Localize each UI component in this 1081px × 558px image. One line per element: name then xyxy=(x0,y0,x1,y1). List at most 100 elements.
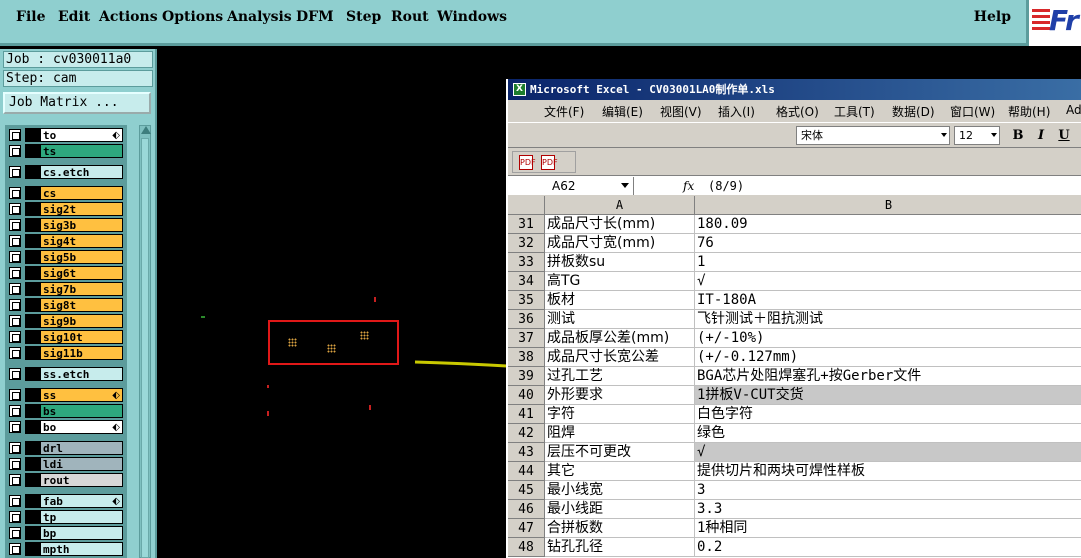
layer-name[interactable]: sig8t xyxy=(40,298,123,312)
layer-checkbox[interactable] xyxy=(9,166,21,178)
layer-checkbox[interactable] xyxy=(9,267,21,279)
cell-a[interactable]: 字符 xyxy=(545,405,695,424)
layer-row[interactable]: cs.etch xyxy=(5,165,127,179)
layer-scrollbar[interactable] xyxy=(139,125,151,558)
layer-name[interactable]: fab ⬖ xyxy=(40,494,123,508)
excel-menu-addins[interactable]: Ado xyxy=(1066,103,1081,117)
cell-b[interactable]: 180.09 xyxy=(695,215,1081,234)
cell-a[interactable]: 板材 xyxy=(545,291,695,310)
layer-color-swatch[interactable] xyxy=(25,510,40,524)
layer-row[interactable]: fab ⬖ xyxy=(5,494,127,508)
cell-a[interactable]: 成品尺寸长宽公差 xyxy=(545,348,695,367)
menu-analysis[interactable]: Analysis xyxy=(227,9,292,25)
row-header[interactable]: 41 xyxy=(508,405,545,424)
row-header[interactable]: 32 xyxy=(508,234,545,253)
row-header[interactable]: 33 xyxy=(508,253,545,272)
layer-row[interactable]: to ⬖ xyxy=(5,128,127,142)
layer-color-swatch[interactable] xyxy=(25,542,40,556)
row-header[interactable]: 31 xyxy=(508,215,545,234)
menu-file[interactable]: File xyxy=(16,9,45,25)
row-header[interactable]: 42 xyxy=(508,424,545,443)
layer-name[interactable]: cs xyxy=(40,186,123,200)
excel-menu-tools[interactable]: 工具(T) xyxy=(834,103,875,120)
layer-color-swatch[interactable] xyxy=(25,165,40,179)
row-header[interactable]: 38 xyxy=(508,348,545,367)
select-all-corner[interactable] xyxy=(508,196,545,215)
cell-a[interactable]: 其它 xyxy=(545,462,695,481)
layer-color-swatch[interactable] xyxy=(25,282,40,296)
layer-name[interactable]: to ⬖ xyxy=(40,128,123,142)
excel-title-bar[interactable]: X Microsoft Excel - CV03001LA0制作单.xls xyxy=(508,79,1081,100)
scroll-up-arrow-icon[interactable] xyxy=(141,126,151,134)
layer-name[interactable]: sig7b xyxy=(40,282,123,296)
layer-checkbox[interactable] xyxy=(9,145,21,157)
menu-options[interactable]: Options xyxy=(162,9,223,25)
layer-checkbox[interactable] xyxy=(9,511,21,523)
layer-name[interactable]: cs.etch xyxy=(40,165,123,179)
layer-row[interactable]: sig4t xyxy=(5,234,127,248)
column-header-b[interactable]: B xyxy=(695,196,1081,215)
layer-row[interactable]: sig3b xyxy=(5,218,127,232)
layer-name[interactable]: ldi xyxy=(40,457,123,471)
layer-color-swatch[interactable] xyxy=(25,404,40,418)
layer-row[interactable]: ss.etch xyxy=(5,367,127,381)
layer-color-swatch[interactable] xyxy=(25,473,40,487)
font-name-combo[interactable]: 宋体 xyxy=(796,126,950,145)
cell-a[interactable]: 钻孔孔径 xyxy=(545,538,695,557)
layer-row[interactable]: tp xyxy=(5,510,127,524)
layer-name[interactable]: sig9b xyxy=(40,314,123,328)
layer-name[interactable]: bp xyxy=(40,526,123,540)
chevron-down-icon[interactable] xyxy=(991,133,997,137)
chevron-down-icon[interactable] xyxy=(621,183,629,188)
layer-checkbox[interactable] xyxy=(9,458,21,470)
layer-name[interactable]: sig5b xyxy=(40,250,123,264)
underline-button[interactable]: U xyxy=(1054,127,1074,145)
cell-a[interactable]: 测试 xyxy=(545,310,695,329)
layer-row[interactable]: cs xyxy=(5,186,127,200)
layer-name[interactable]: sig2t xyxy=(40,202,123,216)
layer-checkbox[interactable] xyxy=(9,219,21,231)
menu-help[interactable]: Help xyxy=(974,9,1011,25)
column-header-a[interactable]: A xyxy=(545,196,695,215)
cell-b[interactable]: √ xyxy=(695,272,1081,291)
layer-name[interactable]: bs xyxy=(40,404,123,418)
row-header[interactable]: 34 xyxy=(508,272,545,291)
cell-b[interactable]: 3 xyxy=(695,481,1081,500)
cell-b[interactable]: 76 xyxy=(695,234,1081,253)
layer-checkbox[interactable] xyxy=(9,442,21,454)
layer-color-swatch[interactable] xyxy=(25,298,40,312)
cell-a[interactable]: 最小线距 xyxy=(545,500,695,519)
cell-a[interactable]: 合拼板数 xyxy=(545,519,695,538)
layer-color-swatch[interactable] xyxy=(25,330,40,344)
layer-row[interactable]: sig11b xyxy=(5,346,127,360)
excel-menu-view[interactable]: 视图(V) xyxy=(660,103,702,120)
row-header[interactable]: 40 xyxy=(508,386,545,405)
menu-rout[interactable]: Rout xyxy=(391,9,429,25)
layer-checkbox[interactable] xyxy=(9,129,21,141)
excel-menu-window[interactable]: 窗口(W) xyxy=(950,103,995,120)
layer-row[interactable]: sig9b xyxy=(5,314,127,328)
cell-b[interactable]: IT-180A xyxy=(695,291,1081,310)
cell-b[interactable]: 提供切片和两块可焊性样板 xyxy=(695,462,1081,481)
layer-row[interactable]: ldi xyxy=(5,457,127,471)
layer-row[interactable]: sig10t xyxy=(5,330,127,344)
layer-row[interactable]: bs xyxy=(5,404,127,418)
cell-a[interactable]: 成品板厚公差(mm) xyxy=(545,329,695,348)
layer-checkbox[interactable] xyxy=(9,187,21,199)
row-header[interactable]: 39 xyxy=(508,367,545,386)
layer-checkbox[interactable] xyxy=(9,299,21,311)
menu-edit[interactable]: Edit xyxy=(58,9,90,25)
cell-b[interactable]: 白色字符 xyxy=(695,405,1081,424)
menu-actions[interactable]: Actions xyxy=(99,9,158,25)
excel-menu-data[interactable]: 数据(D) xyxy=(892,103,935,120)
row-header[interactable]: 45 xyxy=(508,481,545,500)
layer-color-swatch[interactable] xyxy=(25,250,40,264)
layer-color-swatch[interactable] xyxy=(25,346,40,360)
layer-row[interactable]: ts xyxy=(5,144,127,158)
pdf-email-icon[interactable]: PDF xyxy=(541,155,558,170)
layer-row[interactable]: sig5b xyxy=(5,250,127,264)
font-size-combo[interactable]: 12 xyxy=(954,126,1000,145)
row-header[interactable]: 35 xyxy=(508,291,545,310)
job-matrix-button[interactable]: Job Matrix ... xyxy=(3,92,151,114)
cell-a[interactable]: 层压不可更改 xyxy=(545,443,695,462)
